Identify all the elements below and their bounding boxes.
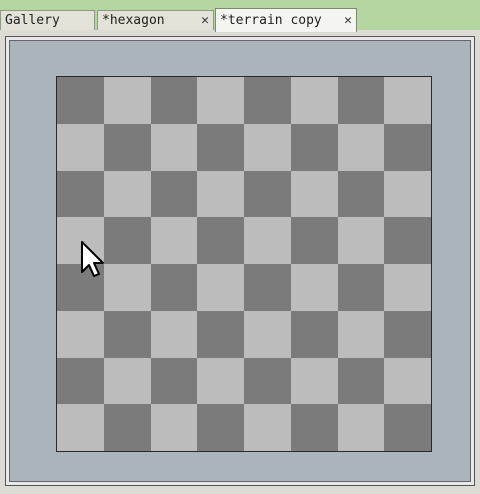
board-cell[interactable] [197,123,244,171]
board-cell[interactable] [337,310,385,358]
board-cell[interactable] [57,310,104,358]
board-cell[interactable] [337,357,385,405]
board-cell[interactable] [57,77,104,124]
board-cell[interactable] [384,404,431,451]
board-cell[interactable] [103,264,151,311]
board-cell[interactable] [384,170,431,218]
board-cell[interactable] [290,77,338,124]
board-cell[interactable] [244,310,291,358]
board-cell[interactable] [103,123,151,171]
drawing-canvas[interactable] [9,40,471,482]
board-cell[interactable] [57,404,104,451]
board-cell[interactable] [150,264,198,311]
board-cell[interactable] [197,264,244,311]
tab-label: *terrain copy [220,13,322,28]
board-cell[interactable] [337,77,385,124]
close-icon[interactable]: ✕ [201,11,209,30]
board-cell[interactable] [150,404,198,451]
board-cell[interactable] [57,170,104,218]
board-cell[interactable] [103,77,151,124]
checkerboard[interactable] [56,76,432,452]
tab-label: Gallery [5,13,60,28]
board-cell[interactable] [244,264,291,311]
board-cell[interactable] [290,170,338,218]
tab-hexagon[interactable]: *hexagon ✕ [97,10,214,30]
board-cell[interactable] [150,217,198,264]
board-cell[interactable] [197,310,244,358]
board-cell[interactable] [290,310,338,358]
board-cell[interactable] [244,404,291,451]
board-cell[interactable] [384,77,431,124]
board-cell[interactable] [150,170,198,218]
tab-bar: Gallery *hexagon ✕ *terrain copy ✕ [0,0,480,32]
board-cell[interactable] [337,404,385,451]
board-cell[interactable] [384,264,431,311]
board-cell[interactable] [337,170,385,218]
board-cell[interactable] [197,217,244,264]
board-cell[interactable] [103,357,151,405]
board-cell[interactable] [290,123,338,171]
tab-terrain-copy[interactable]: *terrain copy ✕ [215,8,357,32]
board-cell[interactable] [290,217,338,264]
board-cell[interactable] [103,310,151,358]
board-cell[interactable] [197,77,244,124]
board-cell[interactable] [150,77,198,124]
board-cell[interactable] [384,357,431,405]
board-cell[interactable] [244,77,291,124]
board-cell[interactable] [150,310,198,358]
board-cell[interactable] [337,123,385,171]
editor-panel [5,36,475,486]
board-cell[interactable] [244,357,291,405]
board-cell[interactable] [384,310,431,358]
board-cell[interactable] [103,217,151,264]
board-cell[interactable] [57,123,104,171]
board-cell[interactable] [57,217,104,264]
tab-gallery[interactable]: Gallery [0,10,95,30]
board-cell[interactable] [150,123,198,171]
board-cell[interactable] [337,217,385,264]
board-cell[interactable] [197,170,244,218]
board-cell[interactable] [244,123,291,171]
board-cell[interactable] [57,264,104,311]
board-cell[interactable] [197,404,244,451]
board-cell[interactable] [244,217,291,264]
board-cell[interactable] [290,357,338,405]
tab-label: *hexagon [102,13,165,28]
board-cell[interactable] [290,404,338,451]
board-cell[interactable] [150,357,198,405]
board-cell[interactable] [57,357,104,405]
board-cell[interactable] [384,217,431,264]
board-cell[interactable] [337,264,385,311]
board-cell[interactable] [244,170,291,218]
board-cell[interactable] [103,404,151,451]
board-cell[interactable] [384,123,431,171]
board-cell[interactable] [103,170,151,218]
board-cell[interactable] [290,264,338,311]
editor-window: Gallery *hexagon ✕ *terrain copy ✕ [0,0,480,494]
close-icon[interactable]: ✕ [344,9,352,32]
board-cell[interactable] [197,357,244,405]
